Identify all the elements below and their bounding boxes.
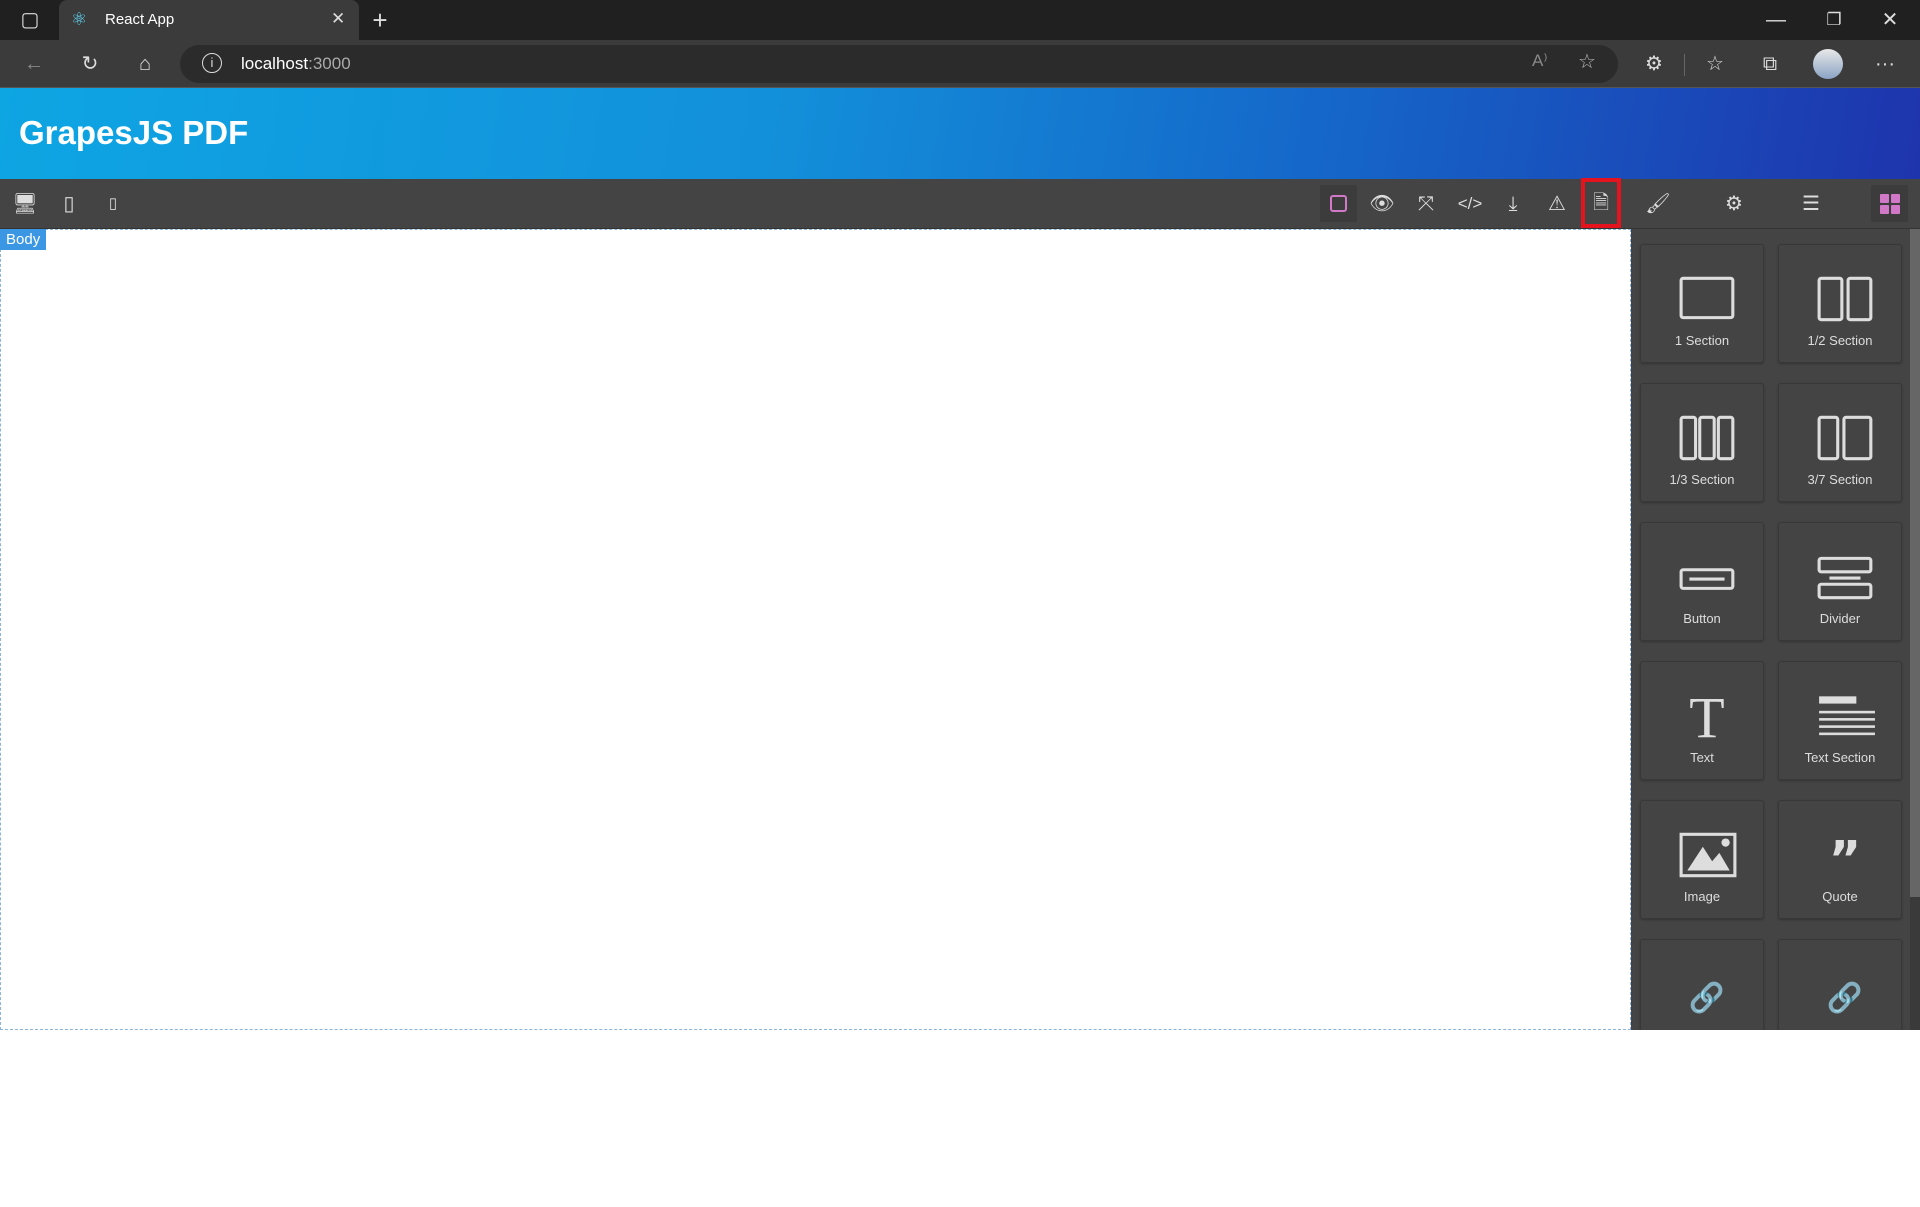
fullscreen-icon[interactable]: ⤧ — [1408, 187, 1444, 221]
divider — [1684, 54, 1685, 76]
block-label: 3/7 Section — [1807, 472, 1873, 487]
image-icon — [1679, 832, 1737, 878]
block-1-3-section[interactable]: 1/3 Section — [1640, 383, 1764, 502]
block-label: Divider — [1819, 611, 1861, 626]
back-icon[interactable]: ← — [14, 44, 54, 84]
svg-text:🔗: 🔗 — [1689, 979, 1725, 1015]
block-1-section[interactable]: 1 Section — [1640, 244, 1764, 363]
sw-visibility-icon — [1330, 195, 1347, 212]
browser-tab[interactable]: ⚛ React App ✕ — [59, 0, 359, 40]
block-link-block[interactable]: 🔗 Link Block — [1778, 939, 1902, 1030]
layers-menu-icon[interactable]: ☰ — [1793, 187, 1829, 221]
text-section-icon — [1819, 696, 1875, 736]
download-icon[interactable]: ⤓ — [1495, 187, 1531, 221]
close-window-icon[interactable]: ✕ — [1870, 0, 1910, 40]
react-favicon-icon: ⚛ — [71, 9, 88, 29]
block-label: Image — [1683, 889, 1721, 904]
tab-title: React App — [105, 11, 175, 28]
style-manager-brush-icon[interactable]: 🖌 — [1640, 187, 1676, 221]
read-aloud-icon[interactable]: A⁾ — [1532, 51, 1548, 71]
address-bar-row: ← ↻ ⌂ i localhost:3000 A⁾ ☆ ⚙ ☆ ⧉ ··· — [0, 40, 1920, 88]
editor-canvas[interactable] — [0, 229, 1631, 1030]
three-seven-column-icon — [1817, 415, 1873, 461]
home-icon[interactable]: ⌂ — [125, 44, 165, 84]
pdf-icon[interactable]: 🗎 — [1581, 178, 1621, 228]
block-link[interactable]: 🔗 Link — [1640, 939, 1764, 1030]
one-column-icon — [1679, 276, 1735, 320]
code-icon[interactable]: </> — [1452, 187, 1488, 221]
button-icon — [1679, 568, 1735, 590]
block-label: Text — [1690, 750, 1714, 765]
app-header: GrapesJS PDF — [0, 88, 1920, 179]
minimize-icon[interactable]: — — [1756, 0, 1796, 40]
body-badge: Body — [0, 229, 47, 250]
new-tab-icon[interactable]: + — [360, 0, 400, 40]
more-menu-icon[interactable]: ··· — [1865, 44, 1905, 84]
add-favorite-icon[interactable]: ☆ — [1578, 49, 1596, 74]
block-quote[interactable]: ” Quote — [1778, 800, 1902, 919]
block-label: 1/2 Section — [1807, 333, 1873, 348]
svg-text:T: T — [1689, 692, 1724, 740]
block-3-7-section[interactable]: 3/7 Section — [1778, 383, 1902, 502]
block-label: Button — [1683, 611, 1721, 626]
mobile-icon[interactable]: ▯ — [95, 187, 131, 221]
preview-eye-icon[interactable]: 👁 — [1364, 187, 1400, 221]
quote-icon: ” — [1829, 831, 1862, 879]
block-divider[interactable]: Divider — [1778, 522, 1902, 641]
site-info-icon[interactable]: i — [202, 53, 222, 73]
scrollbar[interactable] — [1910, 229, 1920, 1030]
block-image[interactable]: Image — [1640, 800, 1764, 919]
text-icon: T — [1689, 692, 1724, 740]
blocks-panel: 1 Section 1/2 Section 1/3 Section 3/7 Secti… — [1631, 229, 1920, 1030]
link-block-icon: 🔗 — [1827, 979, 1863, 1015]
url-host: localhost — [241, 54, 309, 73]
favorites-icon[interactable]: ☆ — [1695, 44, 1735, 84]
block-label: Link — [1641, 1028, 1763, 1030]
two-column-icon — [1817, 276, 1873, 322]
scrollbar-thumb[interactable] — [1910, 229, 1920, 897]
desktop-icon[interactable]: 🖥 — [7, 187, 43, 221]
extensions-icon[interactable]: ⚙ — [1634, 44, 1674, 84]
block-label: Quote — [1822, 889, 1858, 904]
app-title: GrapesJS PDF — [19, 114, 249, 151]
restore-icon[interactable]: ❐ — [1814, 0, 1854, 40]
sw-visibility-button[interactable] — [1320, 185, 1357, 222]
warning-icon[interactable]: ⚠ — [1539, 187, 1575, 221]
block-label: Link Block — [1779, 1028, 1901, 1030]
block-button[interactable]: Button — [1640, 522, 1764, 641]
block-text-section[interactable]: Text Section — [1778, 661, 1902, 780]
block-label: Text Section — [1804, 750, 1876, 765]
svg-text:🔗: 🔗 — [1827, 979, 1863, 1015]
blocks-grid-button[interactable] — [1871, 185, 1908, 222]
tab-close-icon[interactable]: ✕ — [331, 9, 345, 29]
collections-icon[interactable]: ⧉ — [1750, 44, 1790, 84]
block-1-2-section[interactable]: 1/2 Section — [1778, 244, 1902, 363]
tablet-icon[interactable]: ▯ — [51, 187, 87, 221]
browser-tab-bar: ▢ ⚛ React App ✕ + — ❐ ✕ — [0, 0, 1920, 40]
svg-text:”: ” — [1829, 831, 1862, 879]
three-column-icon — [1679, 415, 1735, 461]
editor-toolbar: 🖥 ▯ ▯ 👁 ⤧ </> ⤓ ⚠ 🗎 🖌 ⚙ ☰ — [0, 178, 1920, 229]
views-panel: 🖌 ⚙ ☰ — [1631, 179, 1920, 229]
url-input[interactable]: i localhost:3000 A⁾ ☆ — [180, 45, 1618, 83]
profile-avatar[interactable] — [1813, 49, 1843, 79]
divider-icon — [1817, 556, 1873, 600]
block-label: 1/3 Section — [1669, 472, 1735, 487]
reload-icon[interactable]: ↻ — [70, 44, 110, 84]
block-text[interactable]: T Text — [1640, 661, 1764, 780]
block-label: 1 Section — [1674, 333, 1730, 348]
url-port: :3000 — [308, 54, 351, 73]
settings-gear-icon[interactable]: ⚙ — [1716, 187, 1752, 221]
link-icon: 🔗 — [1689, 979, 1725, 1015]
tab-actions-icon[interactable]: ▢ — [10, 0, 50, 40]
blocks-grid-icon — [1879, 194, 1900, 214]
